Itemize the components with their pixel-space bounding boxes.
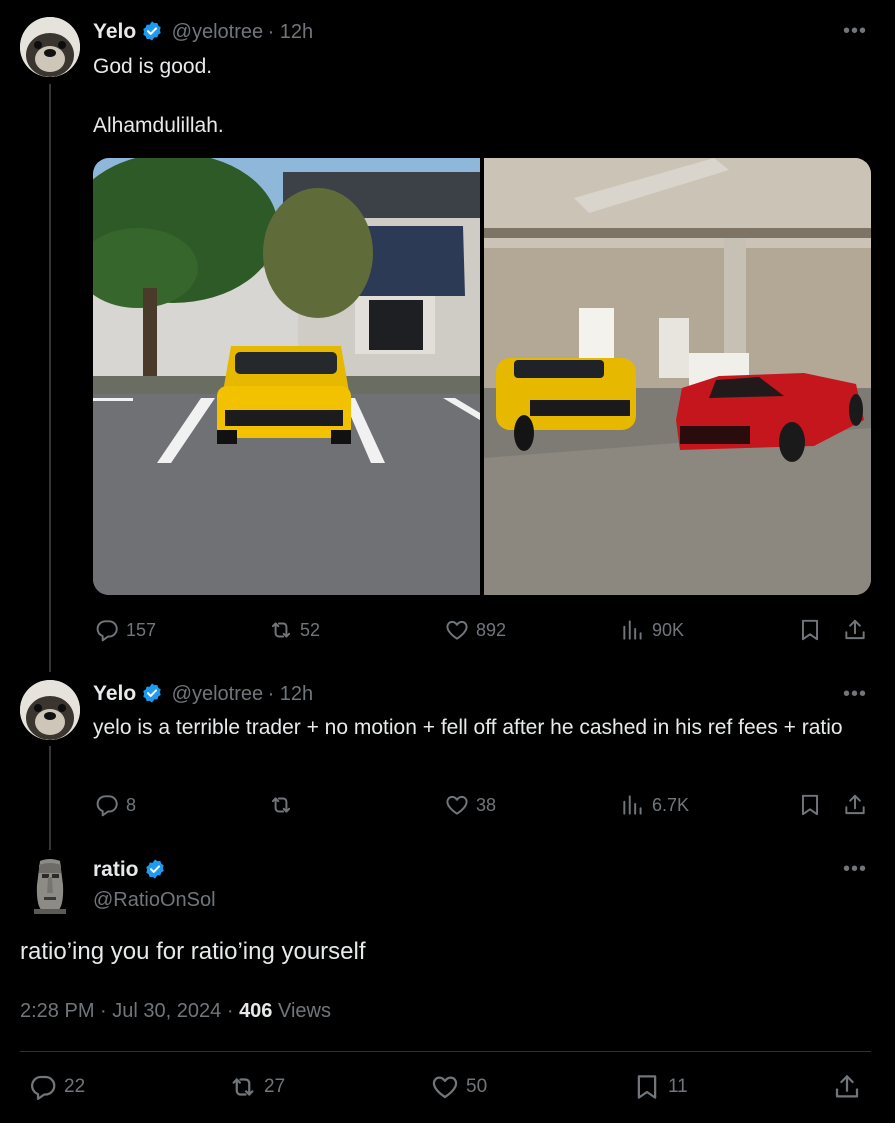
repost-icon xyxy=(268,617,294,643)
more-icon[interactable]: ••• xyxy=(843,683,867,706)
post-meta: 2:28 PM · Jul 30, 2024 · 406 Views xyxy=(20,1000,331,1022)
divider xyxy=(20,1051,871,1052)
reply-button[interactable]: 157 xyxy=(94,617,156,643)
repost-icon xyxy=(228,1072,258,1102)
author-handle[interactable]: @RatioOnSol xyxy=(93,889,216,912)
repost-button[interactable]: 52 xyxy=(268,617,320,643)
views-icon xyxy=(620,792,646,818)
more-icon[interactable]: ••• xyxy=(843,858,867,881)
reply-count: 8 xyxy=(126,794,137,815)
like-button[interactable]: 50 xyxy=(430,1072,487,1102)
reply-button[interactable]: 8 xyxy=(94,792,136,818)
author-name[interactable]: Yelo xyxy=(93,682,136,705)
verified-badge-icon xyxy=(144,858,166,880)
main-post-text: ratio’ing you for ratio’ing yourself xyxy=(20,938,366,965)
repost-count: 52 xyxy=(300,619,321,640)
views-button[interactable]: 90K xyxy=(620,617,684,643)
author-name[interactable]: ratio xyxy=(93,858,139,881)
like-count: 50 xyxy=(466,1076,488,1097)
post-text: yelo is a terrible trader + no motion + … xyxy=(93,716,843,739)
like-icon xyxy=(444,792,470,818)
post-text: Alhamdulillah. xyxy=(93,114,224,137)
bookmark-button[interactable]: 11 xyxy=(632,1072,688,1102)
reply-icon xyxy=(28,1072,58,1102)
thread-line xyxy=(49,746,51,850)
post-date[interactable]: Jul 30, 2024 xyxy=(112,1000,221,1022)
share-icon xyxy=(842,792,868,818)
post-time[interactable]: · 12h xyxy=(268,683,314,705)
like-icon xyxy=(444,617,470,643)
share-icon xyxy=(832,1072,862,1102)
bookmark-button[interactable] xyxy=(797,617,829,643)
reply-count: 22 xyxy=(64,1076,86,1097)
reply-button[interactable]: 22 xyxy=(28,1072,85,1102)
bookmark-count: 11 xyxy=(668,1076,688,1097)
more-icon[interactable]: ••• xyxy=(843,20,867,43)
post-header: Yelo @yelotree · 12h xyxy=(93,20,313,44)
share-button[interactable] xyxy=(832,1072,868,1102)
bookmark-icon xyxy=(797,617,823,643)
post-text: God is good. xyxy=(93,55,213,78)
repost-button[interactable]: 27 xyxy=(228,1072,285,1102)
author-name[interactable]: Yelo xyxy=(93,20,136,43)
author-handle[interactable]: @yelotree xyxy=(172,683,263,705)
like-count: 892 xyxy=(476,619,507,640)
post-image-garage-cars[interactable] xyxy=(484,158,871,595)
verified-badge-icon xyxy=(141,682,163,704)
repost-button[interactable] xyxy=(268,792,300,818)
post-image-lamborghini-lot[interactable] xyxy=(93,158,480,595)
views-count: 6.7K xyxy=(652,794,690,815)
avatar[interactable] xyxy=(20,680,80,740)
like-count: 38 xyxy=(476,794,497,815)
post-header: Yelo @yelotree · 12h xyxy=(93,682,313,706)
reply-icon xyxy=(94,617,120,643)
author-handle[interactable]: @yelotree xyxy=(172,21,263,43)
post-header: ratio xyxy=(93,858,166,882)
bookmark-button[interactable] xyxy=(797,792,829,818)
bookmark-icon xyxy=(797,792,823,818)
bookmark-icon xyxy=(632,1072,662,1102)
like-button[interactable]: 892 xyxy=(444,617,506,643)
thread-line xyxy=(49,84,51,672)
verified-badge-icon xyxy=(141,20,163,42)
like-button[interactable]: 38 xyxy=(444,792,496,818)
repost-count: 27 xyxy=(264,1076,286,1097)
share-icon xyxy=(842,617,868,643)
post-time[interactable]: · 12h xyxy=(268,21,314,43)
reply-count: 157 xyxy=(126,619,157,640)
share-button[interactable] xyxy=(842,792,874,818)
views-icon xyxy=(620,617,646,643)
reply-icon xyxy=(94,792,120,818)
views-label: Views xyxy=(278,1000,331,1022)
like-icon xyxy=(430,1072,460,1102)
views-count: 406 xyxy=(239,1000,273,1022)
avatar[interactable] xyxy=(20,855,80,915)
views-count: 90K xyxy=(652,619,685,640)
avatar[interactable] xyxy=(20,17,80,77)
views-button[interactable]: 6.7K xyxy=(620,792,689,818)
share-button[interactable] xyxy=(842,617,874,643)
post-time[interactable]: 2:28 PM xyxy=(20,1000,94,1022)
repost-icon xyxy=(268,792,294,818)
